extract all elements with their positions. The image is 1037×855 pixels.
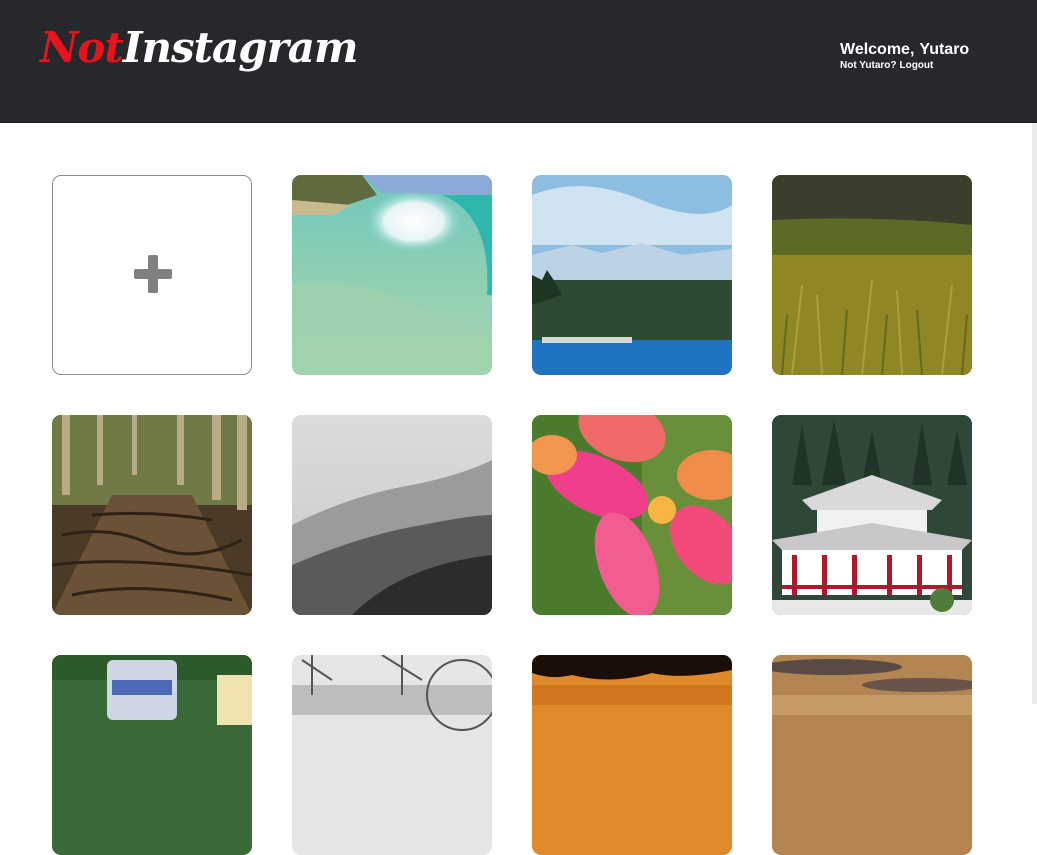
photo-cloudy-sunset-sky[interactable] [772, 655, 972, 855]
not-user-link[interactable]: Not Yutaro? [840, 60, 896, 72]
app-logo[interactable]: NotInstagram [40, 22, 359, 74]
japanese-temple-image [772, 415, 972, 615]
harbor-cranes-image [292, 655, 492, 855]
username: Yutaro [919, 41, 970, 58]
logo-not: Not [40, 23, 124, 72]
add-photo-button[interactable] [52, 175, 252, 375]
photo-grass-field[interactable] [772, 175, 972, 375]
beverage-can-image [52, 655, 252, 855]
grass-field-image [772, 175, 972, 375]
welcome-line: Welcome, Yutaro [840, 41, 969, 59]
welcome-prefix: Welcome, [840, 41, 915, 58]
photo-forest-roots-path[interactable] [52, 415, 252, 615]
scrollbar-track[interactable] [1032, 123, 1037, 704]
ocean-wave-image [292, 175, 492, 375]
logo-instagram: Instagram [122, 23, 359, 72]
plus-icon [134, 255, 172, 293]
photo-japanese-temple[interactable] [772, 415, 972, 615]
photo-sunset-tree-silhouette[interactable] [532, 655, 732, 855]
logout-link[interactable]: Logout [899, 60, 933, 72]
cloudy-sunset-image [772, 655, 972, 855]
photo-misty-mountain-bw[interactable] [292, 415, 492, 615]
mountain-lake-image [532, 175, 732, 375]
photo-mountain-lake[interactable] [532, 175, 732, 375]
plumeria-flower-image [532, 415, 732, 615]
top-header: NotInstagram Welcome, Yutaro Not Yutaro?… [0, 0, 1037, 123]
misty-mountain-image [292, 415, 492, 615]
sunset-tree-image [532, 655, 732, 855]
account-links: Not Yutaro? Logout [840, 60, 969, 72]
user-greeting: Welcome, Yutaro Not Yutaro? Logout [840, 41, 969, 72]
photo-plumeria-flower[interactable] [532, 415, 732, 615]
forest-roots-image [52, 415, 252, 615]
photo-harbor-cranes-bw[interactable] [292, 655, 492, 855]
photo-ocean-wave[interactable] [292, 175, 492, 375]
photo-beverage-can[interactable] [52, 655, 252, 855]
